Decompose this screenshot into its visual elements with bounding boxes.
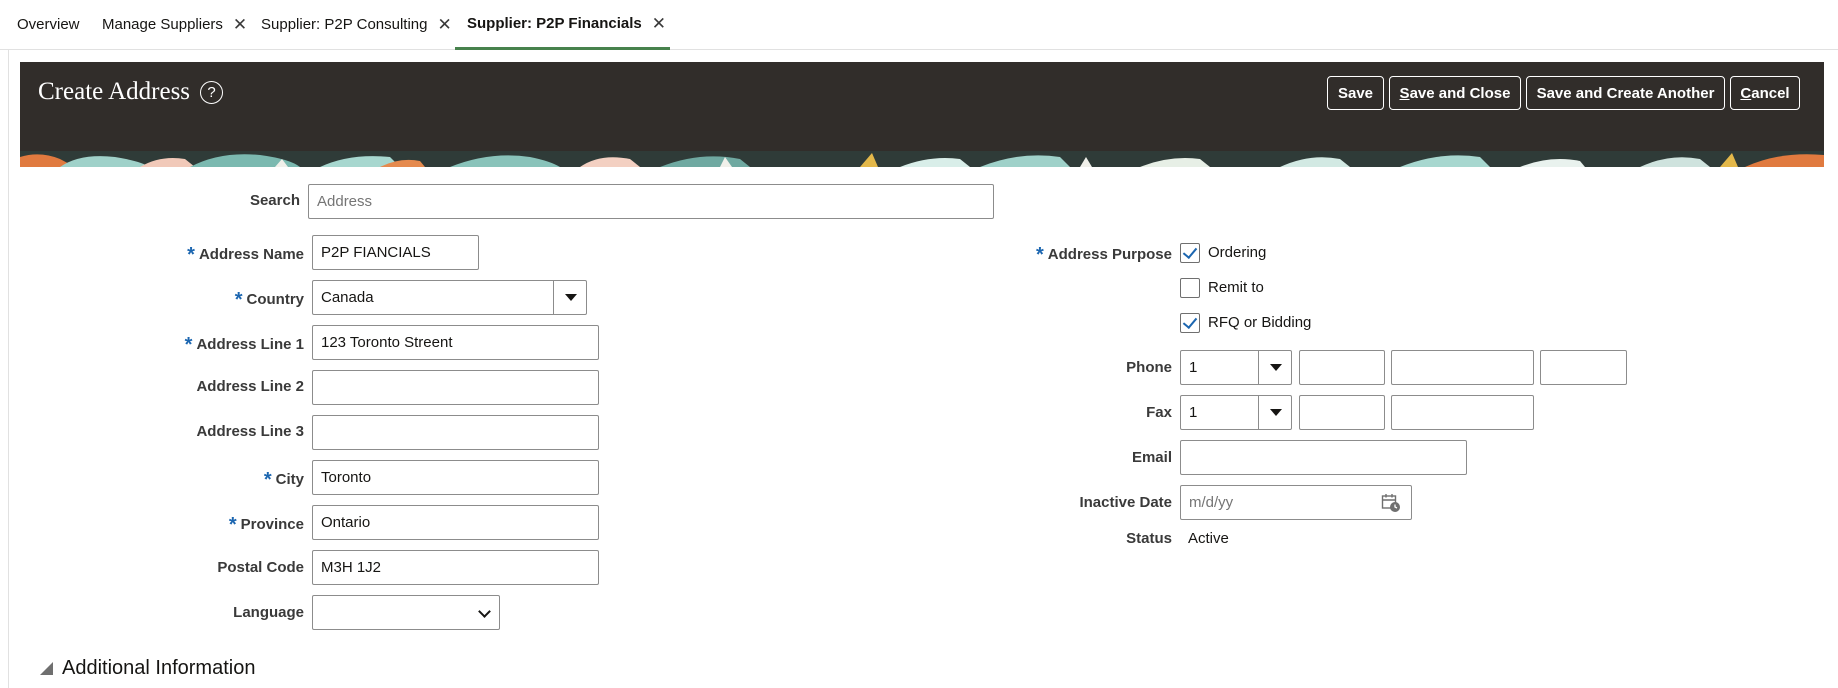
tab-bar: Overview Manage Suppliers ✕ Supplier: P2… xyxy=(0,0,1838,50)
rfq-or-bidding-checkbox[interactable] xyxy=(1180,313,1200,333)
tab-supplier-p2p-financials[interactable]: Supplier: P2P Financials ✕ xyxy=(455,0,671,50)
disclosure-triangle-icon[interactable] xyxy=(40,662,53,675)
save-and-close-access-key: S xyxy=(1399,84,1410,102)
email-input[interactable] xyxy=(1180,440,1467,475)
phone-extension-input[interactable] xyxy=(1540,350,1627,385)
city-label-text: City xyxy=(275,471,304,488)
address-line2-label: Address Line 2 xyxy=(196,378,304,395)
address-purpose-label-text: Address Purpose xyxy=(1047,246,1172,263)
address-name-input[interactable]: P2P FIANCIALS xyxy=(312,235,479,270)
tab-overview[interactable]: Overview xyxy=(17,0,80,49)
search-placeholder: Address xyxy=(317,193,373,210)
cancel-button[interactable]: Cancel xyxy=(1730,76,1800,110)
save-and-close-label: ave and Close xyxy=(1409,84,1511,102)
address-name-label: * Address Name xyxy=(100,242,304,266)
calendar-icon[interactable] xyxy=(1381,493,1401,513)
fax-country-code-value: 1 xyxy=(1189,404,1198,421)
page-title: Create Address xyxy=(38,78,191,105)
address-purpose-label: * Address Purpose xyxy=(980,242,1172,266)
dropdown-triangle-icon[interactable] xyxy=(1258,396,1291,429)
save-button[interactable]: Save xyxy=(1327,76,1384,110)
province-label-text: Province xyxy=(240,516,304,533)
tab-supplier-p2p-consulting[interactable]: Supplier: P2P Consulting ✕ xyxy=(261,0,452,49)
city-label: * City xyxy=(100,467,304,491)
required-marker: * xyxy=(184,334,193,356)
close-icon[interactable]: ✕ xyxy=(233,15,247,35)
language-select[interactable] xyxy=(312,595,500,630)
province-value: Ontario xyxy=(321,514,371,531)
page-title-container: Create Address ? xyxy=(38,78,224,106)
country-label-text: Country xyxy=(246,291,305,308)
address-line3-label: Address Line 3 xyxy=(196,423,304,440)
required-marker: * xyxy=(228,514,237,536)
country-label: * Country xyxy=(100,287,305,311)
chevron-down-icon xyxy=(478,605,491,618)
fax-area-code-input[interactable] xyxy=(1299,395,1385,430)
section-title: Additional Information xyxy=(62,657,256,679)
save-and-create-another-button[interactable]: Save and Create Another xyxy=(1526,76,1725,110)
address-search-input[interactable]: Address xyxy=(308,184,994,219)
phone-label: Phone xyxy=(1126,359,1172,376)
search-label: Search xyxy=(249,192,300,209)
save-and-close-button[interactable]: Save and Close xyxy=(1389,76,1521,110)
phone-country-code-value: 1 xyxy=(1189,359,1198,376)
fax-label: Fax xyxy=(1146,404,1172,421)
address-line3-input[interactable] xyxy=(312,415,599,450)
status-value: Active xyxy=(1188,530,1229,547)
language-label: Language xyxy=(233,604,304,621)
tab-label: Manage Suppliers xyxy=(102,16,223,33)
inactive-date-input[interactable]: m/d/yy xyxy=(1180,485,1412,520)
address-line1-label: * Address Line 1 xyxy=(100,332,304,356)
required-marker: * xyxy=(234,289,243,311)
ordering-label: Ordering xyxy=(1208,244,1267,261)
country-value: Canada xyxy=(321,289,374,306)
fax-country-code-combobox[interactable]: 1 xyxy=(1180,395,1292,430)
inactive-date-label: Inactive Date xyxy=(1079,494,1172,511)
postal-code-value: M3H 1J2 xyxy=(321,559,382,576)
city-value: Toronto xyxy=(321,469,372,486)
address-line1-value: 123 Toronto Streent xyxy=(321,334,453,351)
tab-manage-suppliers[interactable]: Manage Suppliers ✕ xyxy=(102,0,247,49)
remit-to-label: Remit to xyxy=(1208,279,1264,296)
page-header: Create Address ? Save Save and Close Sav… xyxy=(20,62,1824,167)
additional-information-section[interactable]: Additional Information xyxy=(40,657,255,680)
address-line2-input[interactable] xyxy=(312,370,599,405)
required-marker: * xyxy=(263,469,272,491)
inactive-date-placeholder: m/d/yy xyxy=(1189,494,1234,511)
postal-code-input[interactable]: M3H 1J2 xyxy=(312,550,599,585)
close-icon[interactable]: ✕ xyxy=(652,14,666,34)
city-input[interactable]: Toronto xyxy=(312,460,599,495)
tab-label: Overview xyxy=(17,16,80,33)
address-name-label-text: Address Name xyxy=(198,246,304,263)
address-name-value: P2P FIANCIALS xyxy=(321,244,431,261)
fax-number-input[interactable] xyxy=(1391,395,1534,430)
rfq-or-bidding-label: RFQ or Bidding xyxy=(1208,314,1312,331)
ordering-checkbox[interactable] xyxy=(1180,243,1200,263)
email-label: Email xyxy=(1131,449,1172,466)
dropdown-triangle-icon[interactable] xyxy=(1258,351,1291,384)
province-label: * Province xyxy=(100,512,304,536)
address-line1-input[interactable]: 123 Toronto Streent xyxy=(312,325,599,360)
tab-label: Supplier: P2P Consulting xyxy=(261,16,428,33)
tab-label: Supplier: P2P Financials xyxy=(467,15,642,32)
required-marker: * xyxy=(187,244,195,266)
province-input[interactable]: Ontario xyxy=(312,505,599,540)
remit-to-checkbox[interactable] xyxy=(1180,278,1200,298)
help-circle-icon[interactable]: ? xyxy=(200,80,224,104)
cancel-label: ancel xyxy=(1751,84,1790,102)
decorative-banner xyxy=(20,151,1824,167)
cancel-access-key: C xyxy=(1740,84,1752,102)
postal-code-label: Postal Code xyxy=(217,559,304,576)
address-line1-label-text: Address Line 1 xyxy=(196,336,304,353)
phone-area-code-input[interactable] xyxy=(1299,350,1385,385)
status-label: Status xyxy=(1126,530,1172,547)
country-combobox[interactable]: Canada xyxy=(312,280,587,315)
phone-number-input[interactable] xyxy=(1391,350,1534,385)
phone-country-code-combobox[interactable]: 1 xyxy=(1180,350,1292,385)
required-marker: * xyxy=(1035,244,1044,266)
dropdown-triangle-icon[interactable] xyxy=(553,281,586,314)
close-icon[interactable]: ✕ xyxy=(438,15,452,35)
